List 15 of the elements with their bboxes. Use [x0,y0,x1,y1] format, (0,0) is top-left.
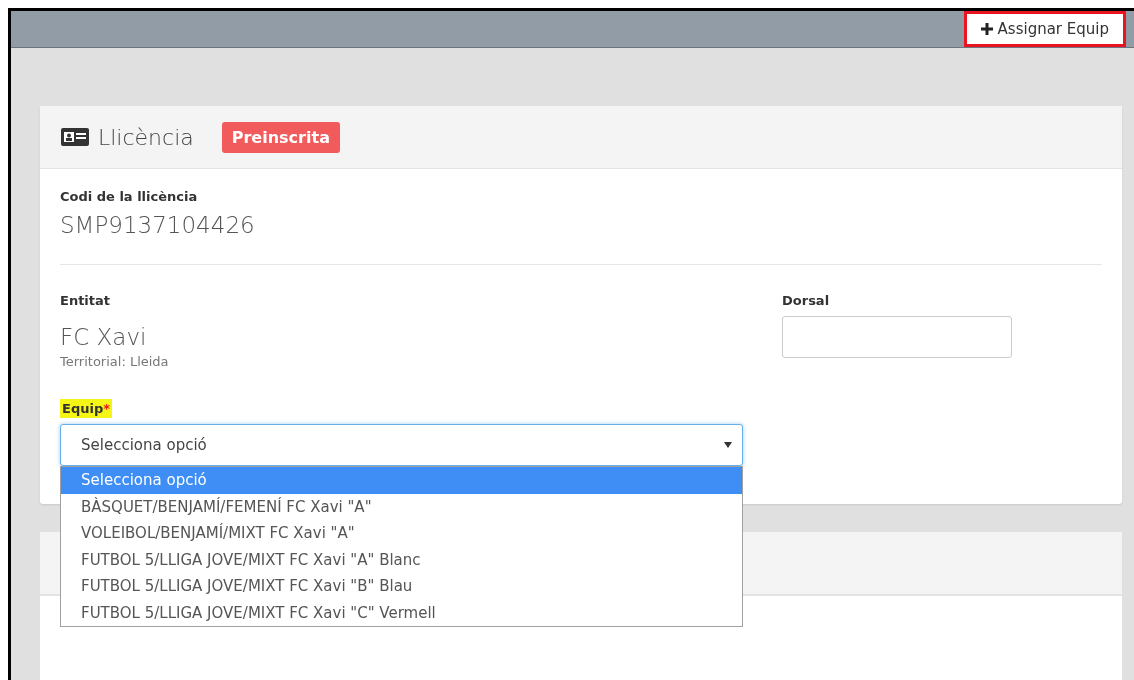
id-card-icon [60,127,90,147]
status-badge: Preinscrita [221,121,340,153]
field-label: Dorsal [782,293,831,308]
assign-team-button[interactable]: Assignar Equip [963,11,1126,47]
plus-icon [980,23,993,35]
field-label: Entitat [60,293,111,308]
card-title: Llicència [98,124,194,150]
dorsal-field[interactable] [782,316,1012,358]
team-select[interactable]: Selecciona opció [60,424,743,466]
field-label: Codi de la llicència [60,189,199,204]
caret-icon [724,442,732,448]
territorial-text: Territorial: Lleida [60,354,170,369]
field-label: Equip* [60,399,112,418]
entity-name: FC Xavi [60,324,148,350]
license-code: SMP9137104426 [60,212,256,238]
